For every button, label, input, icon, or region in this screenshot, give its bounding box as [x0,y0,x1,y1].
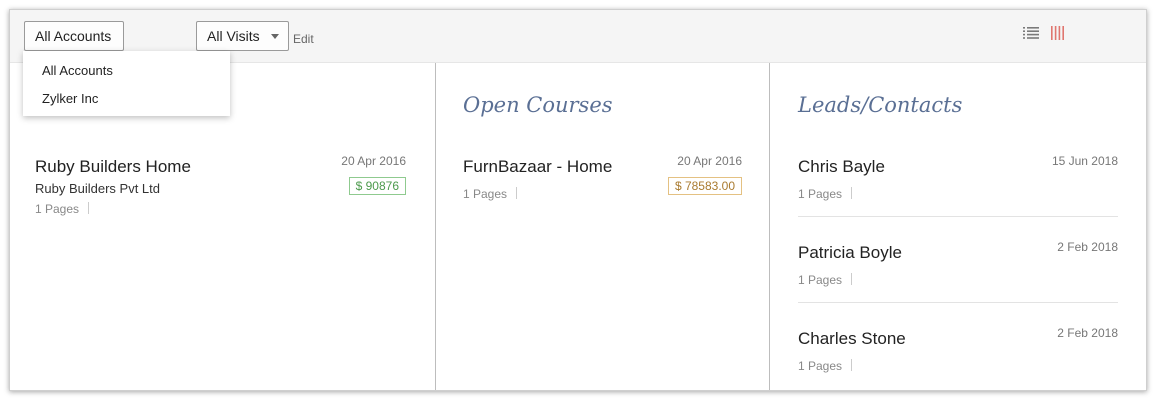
pages-count: 1 Pages [463,187,508,201]
divider [798,302,1118,303]
separator [851,273,853,285]
pages-count: 1 Pages [798,187,843,201]
amount-badge: $ 90876 [348,177,406,195]
visit-card[interactable]: FurnBazaar - Home 20 Apr 2016 $ 78583.00… [463,154,742,207]
contact-card[interactable]: Patricia Boyle 2 Feb 2018 1 Pages [798,240,1118,293]
chevron-down-icon [271,34,279,39]
dropdown-item-zylker-inc[interactable]: Zylker Inc [23,88,230,116]
accounts-filter-label: All Accounts [35,28,112,44]
visit-card-date: 20 Apr 2016 [677,154,742,168]
contact-card-date: 2 Feb 2018 [1057,326,1118,340]
column-title: Open Courses [463,93,613,117]
pages-count: 1 Pages [35,202,80,216]
divider [798,216,1118,217]
visit-card[interactable]: Ruby Builders Home 20 Apr 2016 Ruby Buil… [35,154,406,217]
visits-filter-select[interactable]: All Visits [196,21,289,51]
contact-card-date: 2 Feb 2018 [1057,240,1118,254]
visits-filter-label: All Visits [207,28,260,44]
separator [851,359,853,371]
accounts-dropdown-menu: All Accounts Zylker Inc [23,51,230,116]
separator [516,187,518,199]
contact-card-pages: 1 Pages [798,359,853,373]
visit-card-pages: 1 Pages [463,187,518,201]
accounts-filter-button[interactable]: All Accounts [24,21,124,51]
contact-card-pages: 1 Pages [798,187,853,201]
list-view-icon[interactable] [1023,26,1039,40]
visit-card-date: 20 Apr 2016 [341,154,406,168]
contact-card-date: 15 Jun 2018 [1051,154,1118,168]
visit-card-pages: 1 Pages [35,202,90,216]
column-view-icon[interactable] [1050,26,1066,40]
pages-count: 1 Pages [798,273,843,287]
separator [88,202,90,214]
contact-card[interactable]: Chris Bayle 15 Jun 2018 1 Pages [798,154,1118,207]
column-leads-contacts: Leads/Contacts Chris Bayle 15 Jun 2018 1… [769,63,1146,390]
contact-card-name: Charles Stone [798,329,906,348]
contact-card-pages: 1 Pages [798,273,853,287]
amount-badge: $ 78583.00 [667,177,742,195]
contact-card-name: Chris Bayle [798,157,885,176]
visit-card-account: Ruby Builders Pvt Ltd [35,181,161,196]
separator [851,187,853,199]
edit-link[interactable]: Edit [293,32,314,46]
contact-card[interactable]: Charles Stone 2 Feb 2018 1 Pages [798,326,1118,379]
dropdown-item-all-accounts[interactable]: All Accounts [23,60,230,88]
column-open-courses: Open Courses FurnBazaar - Home 20 Apr 20… [435,63,769,390]
visit-card-name: FurnBazaar - Home [463,157,613,176]
app-frame: All Accounts All Visits Edit Ruby Builde… [9,9,1147,391]
pages-count: 1 Pages [798,359,843,373]
column-title: Leads/Contacts [798,93,963,117]
visit-card-name: Ruby Builders Home [35,157,191,176]
contact-card-name: Patricia Boyle [798,243,902,262]
